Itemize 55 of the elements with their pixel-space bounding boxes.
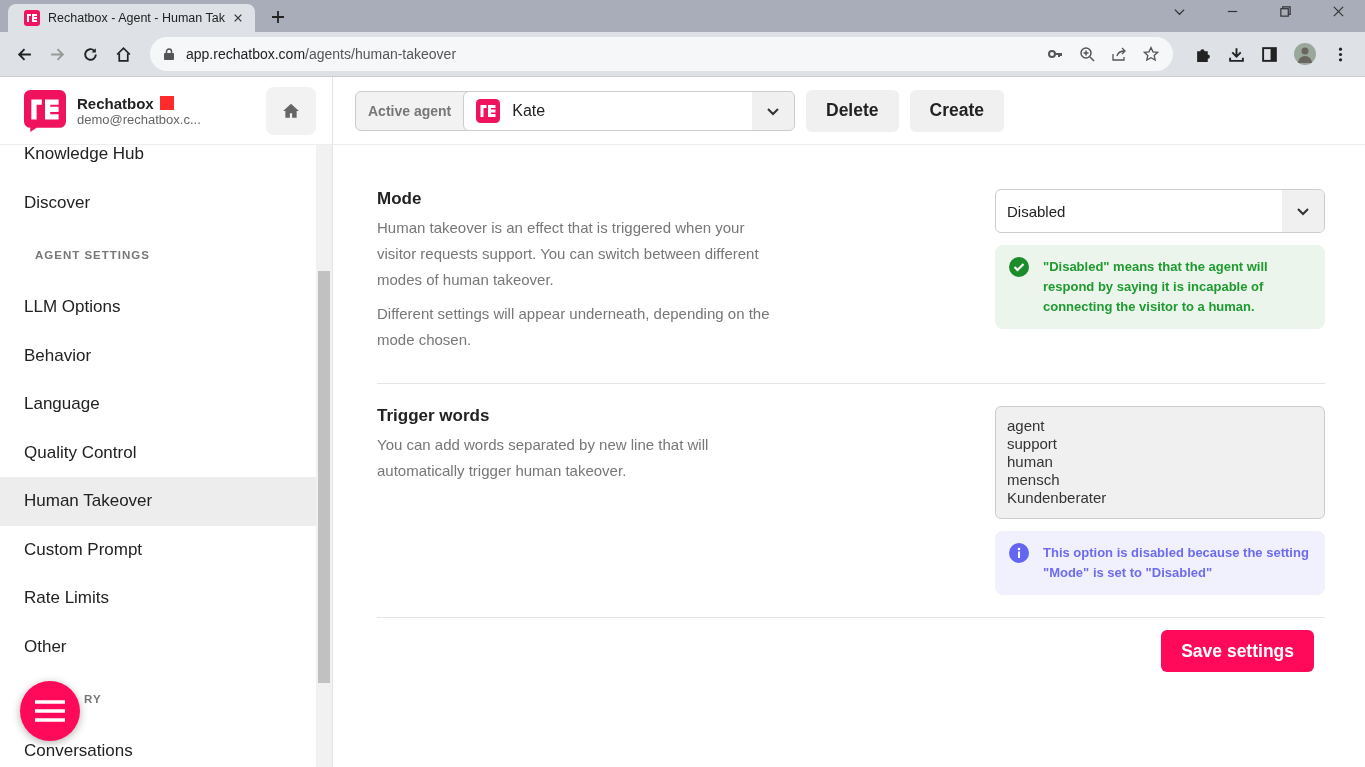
zoom-icon[interactable] [1079,46,1095,62]
address-bar[interactable]: app.rechatbox.com/agents/human-takeover [150,37,1173,71]
nav-item[interactable]: Conversations [0,727,316,767]
account-email: demo@rechatbox.c... [77,111,202,127]
setting-title: Trigger words [377,406,491,426]
close-icon[interactable] [1332,4,1345,18]
nav-item[interactable]: Behavior [0,331,316,380]
nav-item[interactable]: LLM Options [0,283,316,332]
home-icon[interactable] [115,45,132,63]
logo-icon [476,98,501,123]
header-button[interactable]: Delete [806,89,899,132]
menu-icon [35,700,65,722]
new-tab-icon[interactable] [270,10,285,24]
logo-icon [24,10,40,26]
setting-description: Different settings will appear underneath, depending on the mode chosen. [377,304,771,350]
home-icon [282,101,300,120]
nav-item[interactable]: Discover [0,178,316,227]
nav-item[interactable]: Quality Control [0,428,316,477]
scrollbar[interactable] [316,145,332,767]
lock-icon [164,48,174,60]
note-text: This option is disabled because the setting "Mode" is set to "Disabled" [1043,544,1310,582]
section-heading: AGENT SETTINGS [35,249,150,261]
browser-tab[interactable]: Rechatbox - Agent - Human Tak [8,4,255,32]
section-heading: RY [84,693,102,705]
nav-item[interactable]: Rate Limits [0,574,316,623]
close-icon[interactable] [232,13,243,23]
nav-item[interactable]: Custom Prompt [0,525,316,574]
side-panel-icon[interactable] [1261,45,1278,63]
mode-select[interactable]: Disabled [995,189,1325,233]
reload-icon[interactable] [82,45,99,63]
setting-title: Mode [377,189,423,209]
star-icon[interactable] [1143,46,1159,62]
brand-name: Rechatbox [77,94,154,112]
download-icon[interactable] [1228,45,1245,63]
setting-description: You can add words separated by new line that will automatically trigger human takeover. [377,435,710,481]
nav-item[interactable]: Knowledge Hub [0,145,316,179]
nav-item[interactable]: Language [0,380,316,429]
url-text: app.rechatbox.com/agents/human-takeover [186,46,457,62]
setting-description: Human takeover is an effect that is triggered when your visitor requests support. You can switch between different modes of human takeover. [377,218,760,290]
nav-item[interactable]: Other [0,622,316,671]
share-icon[interactable] [1111,46,1127,62]
profile-avatar[interactable] [1294,43,1316,65]
home-button[interactable] [266,86,316,135]
nav-item[interactable]: Human Takeover [0,477,316,526]
check-icon [1009,257,1029,277]
status-square [159,96,174,110]
header-button[interactable]: Create [909,89,1004,132]
save-button[interactable]: Save settings [1161,630,1314,672]
tab-title: Rechatbox - Agent - Human Tak [48,11,225,25]
restore-icon[interactable] [1279,4,1292,18]
logo-icon [24,89,66,132]
info-icon [1009,543,1029,563]
menu-button[interactable] [20,681,80,741]
note-text: "Disabled" means that the agent will respond by saying it is incapable of connecting the visitor to a human. [1043,258,1269,316]
agent-select[interactable]: Active agent Kate [355,90,795,131]
